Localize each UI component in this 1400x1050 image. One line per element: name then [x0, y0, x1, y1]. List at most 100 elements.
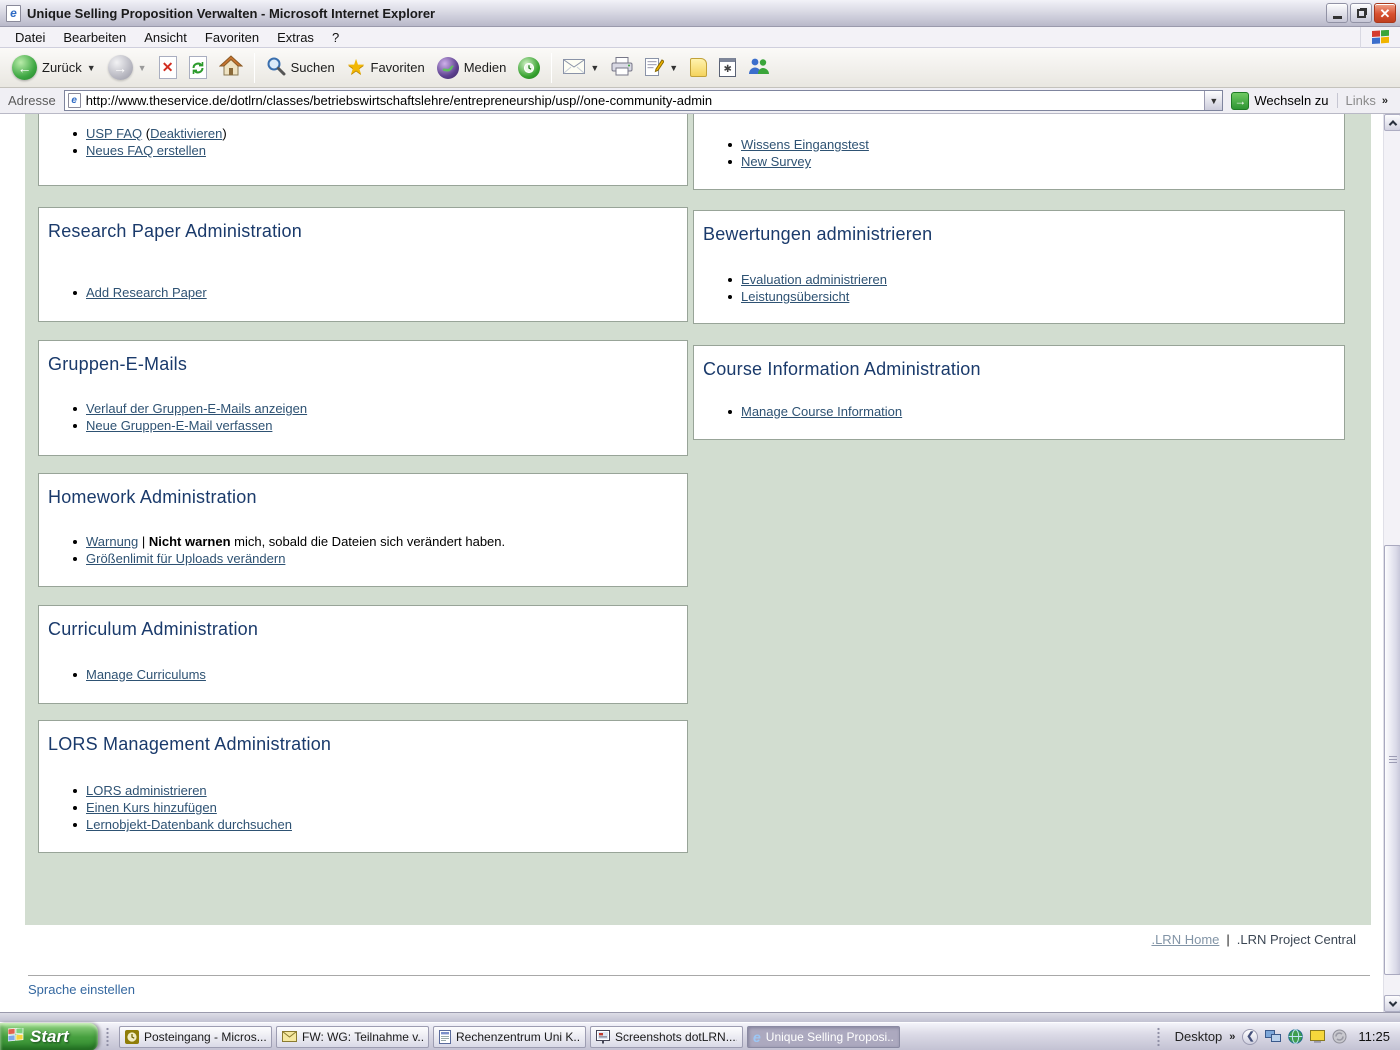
scrollbar-thumb[interactable]: [1384, 545, 1400, 975]
go-button[interactable]: → Wechseln zu: [1223, 92, 1336, 110]
close-button[interactable]: ✕: [1374, 3, 1396, 23]
address-dropdown-icon[interactable]: ▼: [1204, 91, 1222, 110]
list-item: Neue Gruppen-E-Mail verfassen: [86, 417, 677, 434]
history-button[interactable]: [512, 50, 546, 86]
edit-dropdown-icon[interactable]: ▼: [669, 63, 678, 73]
bold-text: Nicht warnen: [149, 534, 231, 549]
link-manage-curriculums[interactable]: Manage Curriculums: [86, 667, 206, 682]
link-usp-faq[interactable]: USP FAQ: [86, 126, 142, 141]
task-label: Unique Selling Proposi...: [766, 1030, 894, 1044]
browser-toolbar: ← Zurück ▼ → ▼ ✕ Suchen: [0, 48, 1400, 88]
status-tray-icon[interactable]: [1332, 1029, 1347, 1044]
desktop-toolbar-label[interactable]: Desktop: [1175, 1029, 1223, 1044]
window-title: Unique Selling Proposition Verwalten - M…: [27, 6, 1326, 21]
box-link-list: Verlauf der Gruppen-E-Mails anzeigen Neue…: [39, 400, 687, 434]
address-input[interactable]: e http://www.theservice.de/dotlrn/classe…: [64, 90, 1224, 111]
taskbar-handle[interactable]: [105, 1027, 110, 1047]
box-link-list: Evaluation administrieren Leistungsübersi…: [694, 271, 1344, 305]
link-evaluation-administrieren[interactable]: Evaluation administrieren: [741, 272, 887, 287]
link-gr-enlimit-f-r-uploads-ver-ndern[interactable]: Größenlimit für Uploads verändern: [86, 551, 285, 566]
box-title: Curriculum Administration: [48, 619, 258, 640]
link-lors-administrieren[interactable]: LORS administrieren: [86, 783, 207, 798]
link-einen-kurs-hinzuf-gen[interactable]: Einen Kurs hinzufügen: [86, 800, 217, 815]
link-warnung[interactable]: Warnung: [86, 534, 138, 549]
desktop-toolbar-handle[interactable]: [1156, 1027, 1161, 1047]
edit-button[interactable]: ▼: [639, 50, 684, 86]
links-label: Links: [1346, 93, 1376, 108]
back-label: Zurück: [42, 60, 82, 75]
search-label: Suchen: [291, 60, 335, 75]
plain-text: mich, sobald die Dateien sich verändert …: [231, 534, 506, 549]
mail-dropdown-icon[interactable]: ▼: [590, 63, 599, 73]
lrn-footer-links: .LRN Home|.LRN Project Central: [1151, 932, 1356, 947]
link-add-research-paper[interactable]: Add Research Paper: [86, 285, 207, 300]
menu-item-bearbeiten[interactable]: Bearbeiten: [54, 28, 135, 47]
system-tray: Desktop » ❮ 11:25: [1149, 1023, 1400, 1050]
taskbar-tasks: Posteingang - Micros...FW: WG: Teilnahme…: [117, 1023, 902, 1050]
link-leistungs-bersicht[interactable]: Leistungsübersicht: [741, 289, 849, 304]
set-language-link[interactable]: Sprache einstellen: [28, 982, 135, 997]
back-button[interactable]: ← Zurück ▼: [6, 50, 102, 86]
stop-button[interactable]: ✕: [153, 50, 183, 86]
vertical-scrollbar[interactable]: [1383, 114, 1400, 1012]
link-deaktivieren[interactable]: Deaktivieren: [150, 126, 222, 141]
media-bar-button[interactable]: ✱: [713, 50, 742, 86]
taskbar-task-unique-selling-proposi[interactable]: eUnique Selling Proposi...: [747, 1026, 900, 1048]
list-item: Neues FAQ erstellen: [86, 142, 677, 159]
back-dropdown-icon[interactable]: ▼: [87, 63, 96, 73]
restore-button[interactable]: [1350, 3, 1372, 23]
mail-button[interactable]: ▼: [557, 50, 605, 86]
title-bar: e Unique Selling Proposition Verwalten -…: [0, 0, 1400, 27]
scroll-down-button[interactable]: [1384, 995, 1400, 1012]
forward-button[interactable]: → ▼: [102, 50, 153, 86]
search-button[interactable]: Suchen: [260, 50, 341, 86]
menu-item-extras[interactable]: Extras: [268, 28, 323, 47]
toolbar-separator: [551, 53, 552, 83]
menu-item-favoriten[interactable]: Favoriten: [196, 28, 268, 47]
document-icon: [439, 1030, 451, 1044]
print-button[interactable]: [605, 50, 639, 86]
network-tray-icon[interactable]: [1265, 1030, 1281, 1043]
taskbar-task-posteingang-micros[interactable]: Posteingang - Micros...: [119, 1026, 272, 1048]
link-neues-faq-erstellen[interactable]: Neues FAQ erstellen: [86, 143, 206, 158]
taskbar-task-fw-wg-teilnahme-v[interactable]: FW: WG: Teilnahme v...: [276, 1026, 429, 1048]
media-globe-icon: [437, 57, 459, 79]
stop-icon: ✕: [159, 56, 177, 79]
discuss-button[interactable]: [684, 50, 713, 86]
link-new-survey[interactable]: New Survey: [741, 154, 811, 169]
display-tray-icon[interactable]: [1310, 1030, 1325, 1043]
link-verlauf-der-gruppen-e-mails-anzeigen[interactable]: Verlauf der Gruppen-E-Mails anzeigen: [86, 401, 307, 416]
list-item: Leistungsübersicht: [741, 288, 1334, 305]
menu-item-[interactable]: ?: [323, 28, 348, 47]
menu-item-datei[interactable]: Datei: [6, 28, 54, 47]
link-wissens-eingangstest[interactable]: Wissens Eingangstest: [741, 137, 869, 152]
admin-box-right-partial: Wissens Eingangstest New Survey: [693, 114, 1345, 190]
admin-box-curriculum-administration: Curriculum Administration Manage Curricul…: [38, 605, 688, 704]
lrn-home-link[interactable]: .LRN Home: [1151, 932, 1219, 947]
start-button[interactable]: Start: [0, 1023, 98, 1050]
admin-box-gruppen-e-mails: Gruppen-E-MailsVerlauf der Gruppen-E-Mai…: [38, 340, 688, 456]
link-neue-gruppen-e-mail-verfassen[interactable]: Neue Gruppen-E-Mail verfassen: [86, 418, 272, 433]
link-lernobjekt-datenbank-durchsuchen[interactable]: Lernobjekt-Datenbank durchsuchen: [86, 817, 292, 832]
mail-icon: [563, 59, 585, 77]
globe-tray-icon[interactable]: [1288, 1029, 1303, 1044]
presentation-icon: [596, 1030, 610, 1044]
taskbar-task-rechenzentrum-uni-k[interactable]: Rechenzentrum Uni K...: [433, 1026, 586, 1048]
links-toolbar[interactable]: Links »: [1337, 93, 1396, 108]
address-url: http://www.theservice.de/dotlrn/classes/…: [86, 93, 1200, 108]
media-button[interactable]: Medien: [431, 50, 513, 86]
edit-icon: [645, 56, 664, 79]
minimize-button[interactable]: [1326, 3, 1348, 23]
menu-item-ansicht[interactable]: Ansicht: [135, 28, 196, 47]
forward-dropdown-icon[interactable]: ▼: [138, 63, 147, 73]
link-manage-course-information[interactable]: Manage Course Information: [741, 404, 902, 419]
refresh-button[interactable]: [183, 50, 213, 86]
taskbar-task-screenshots-dotlrn[interactable]: Screenshots dotLRN....: [590, 1026, 743, 1048]
scroll-up-button[interactable]: [1384, 114, 1400, 131]
desktop-chevron-icon[interactable]: »: [1229, 1031, 1235, 1043]
tray-collapse-button[interactable]: ❮: [1242, 1029, 1258, 1045]
home-button[interactable]: [213, 50, 249, 86]
messenger-button[interactable]: [742, 50, 776, 86]
favorites-button[interactable]: ★ Favoriten: [341, 50, 431, 86]
page-viewport: USP FAQ (Deaktivieren)Neues FAQ erstelle…: [0, 114, 1400, 1012]
